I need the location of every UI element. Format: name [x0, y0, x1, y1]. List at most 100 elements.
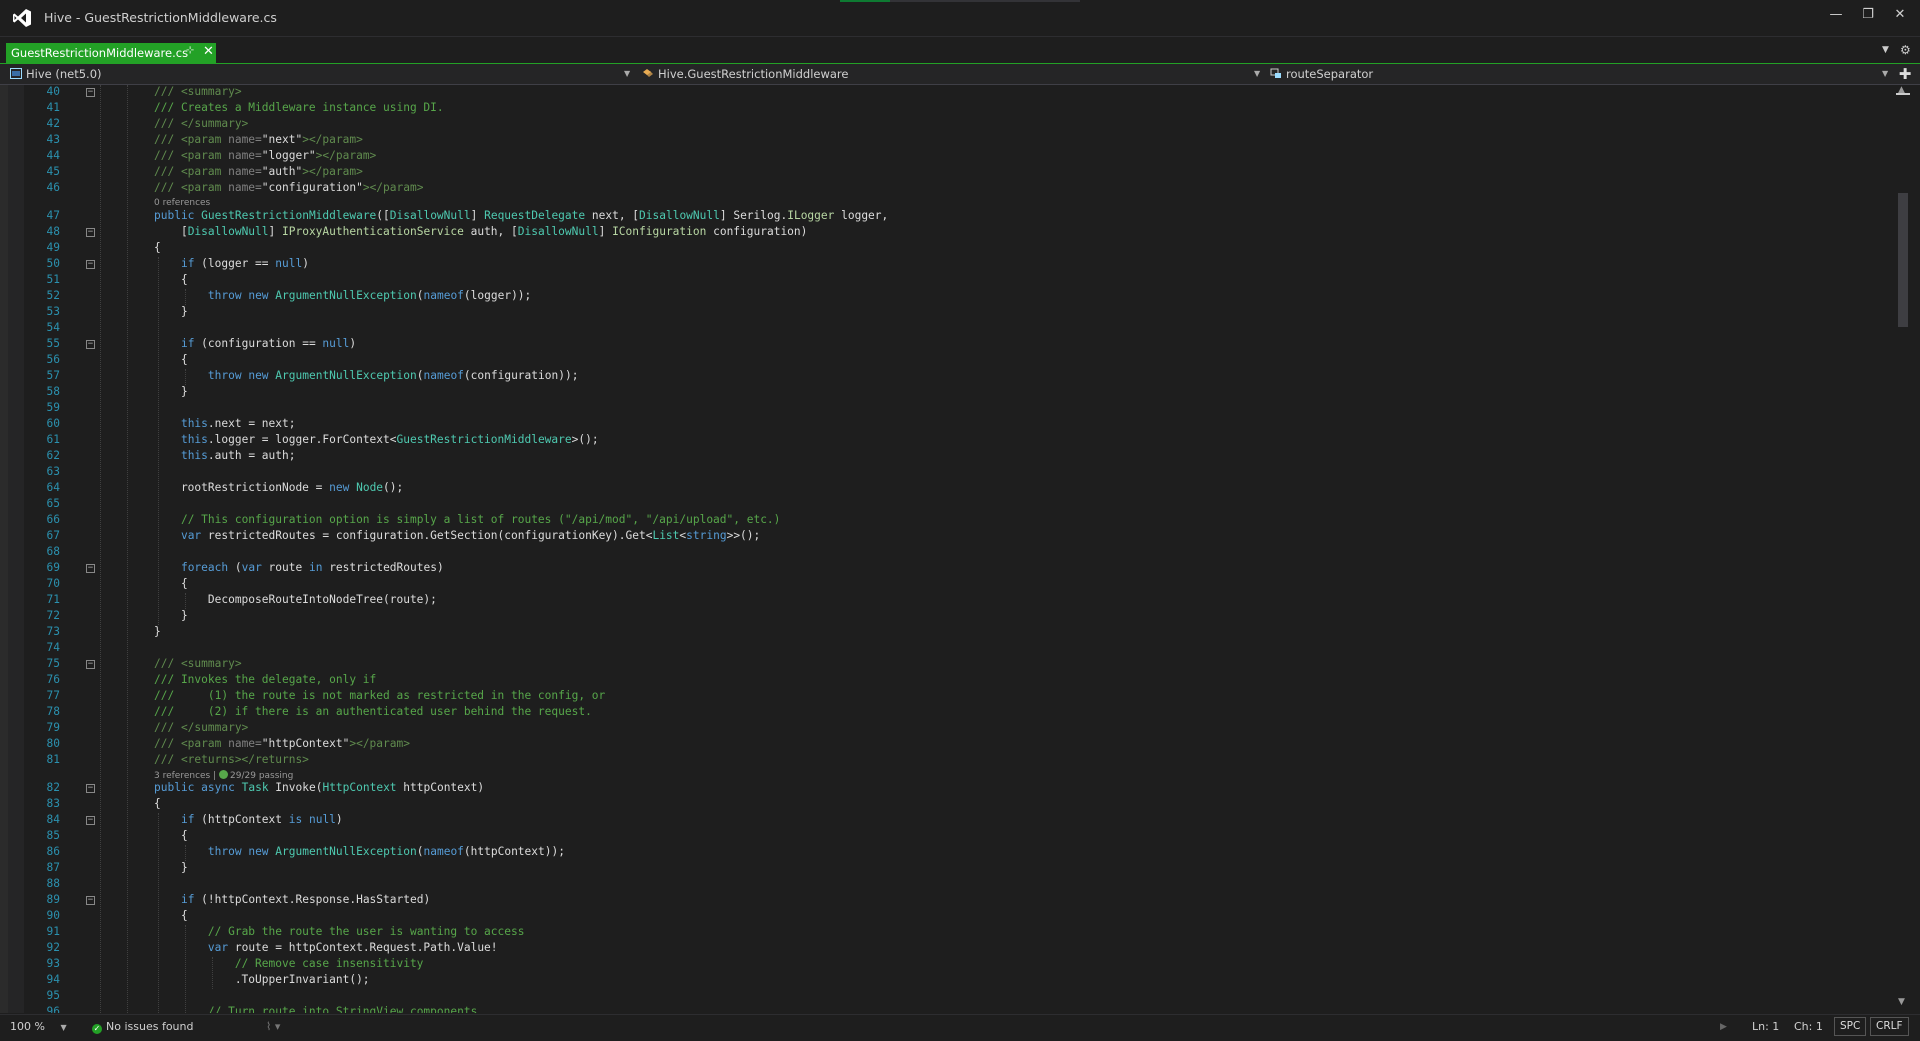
code-text[interactable]: /// <summary>: [154, 85, 242, 98]
code-text[interactable]: [DisallowNull] IProxyAuthenticationServi…: [154, 225, 807, 238]
codelens-tests[interactable]: 29/29 passing: [230, 771, 293, 781]
collapse-icon[interactable]: −: [86, 88, 95, 97]
code-line[interactable]: 71 DecomposeRouteIntoNodeTree(route);: [0, 593, 1894, 609]
code-text[interactable]: DecomposeRouteIntoNodeTree(route);: [154, 593, 437, 606]
code-line[interactable]: 75 /// <summary> −: [0, 657, 1894, 673]
line-ending-indicator[interactable]: CRLF: [1870, 1017, 1909, 1036]
code-line[interactable]: 74: [0, 641, 1894, 657]
code-text[interactable]: {: [154, 909, 188, 922]
code-line[interactable]: 65: [0, 497, 1894, 513]
code-text[interactable]: /// <param name="auth"></param>: [154, 165, 363, 178]
code-line[interactable]: 64 rootRestrictionNode = new Node();: [0, 481, 1894, 497]
collapse-icon[interactable]: −: [86, 340, 95, 349]
code-line[interactable]: 55 if (configuration == null) −: [0, 337, 1894, 353]
code-text[interactable]: /// </summary>: [154, 117, 248, 130]
code-text[interactable]: var route = httpContext.Request.Path.Val…: [154, 941, 498, 954]
code-text[interactable]: /// <returns></returns>: [154, 753, 309, 766]
code-text[interactable]: if (!httpContext.Response.HasStarted): [154, 893, 430, 906]
code-text[interactable]: }: [154, 861, 188, 874]
code-text[interactable]: }: [154, 305, 188, 318]
code-line[interactable]: 58 }: [0, 385, 1894, 401]
code-line[interactable]: 90 {: [0, 909, 1894, 925]
type-dropdown[interactable]: Hive.GuestRestrictionMiddleware ▼: [642, 64, 1262, 84]
code-line[interactable]: 87 }: [0, 861, 1894, 877]
tab-guestrestrictionmiddleware[interactable]: GuestRestrictionMiddleware.cs ⊹ ✕: [6, 43, 216, 63]
collapse-icon[interactable]: −: [86, 564, 95, 573]
code-text[interactable]: throw new ArgumentNullException(nameof(l…: [154, 289, 531, 302]
code-line[interactable]: 46 /// <param name="configuration"></para…: [0, 181, 1894, 197]
code-text[interactable]: rootRestrictionNode = new Node();: [154, 481, 403, 494]
code-line[interactable]: 59: [0, 401, 1894, 417]
code-line[interactable]: 40 /// <summary> −: [0, 85, 1894, 101]
code-line[interactable]: 48 [DisallowNull] IProxyAuthenticationSe…: [0, 225, 1894, 241]
code-text[interactable]: if (configuration == null): [154, 337, 356, 350]
whitespace-indicator[interactable]: SPC: [1834, 1017, 1867, 1036]
code-line[interactable]: 43 /// <param name="next"></param>: [0, 133, 1894, 149]
code-text[interactable]: }: [154, 385, 188, 398]
code-text[interactable]: {: [154, 241, 161, 254]
code-text[interactable]: // Remove case insensitivity: [154, 957, 424, 970]
code-line[interactable]: 41 /// Creates a Middleware instance usin…: [0, 101, 1894, 117]
code-line[interactable]: 61 this.logger = logger.ForContext<Guest…: [0, 433, 1894, 449]
code-line[interactable]: 84 if (httpContext is null) −: [0, 813, 1894, 829]
code-text[interactable]: // Grab the route the user is wanting to…: [154, 925, 525, 938]
code-line[interactable]: 79 /// </summary>: [0, 721, 1894, 737]
code-line[interactable]: 88: [0, 877, 1894, 893]
tab-overflow-chevron-down-icon[interactable]: ▼: [1882, 45, 1889, 55]
code-editor[interactable]: 40 /// <summary> − 41 /// Creates a Middlewa…: [0, 85, 1894, 1013]
code-line[interactable]: 52 throw new ArgumentNullException(nameo…: [0, 289, 1894, 305]
code-text[interactable]: /// <param name="configuration"></param>: [154, 181, 423, 194]
code-line[interactable]: 89 if (!httpContext.Response.HasStarted)…: [0, 893, 1894, 909]
code-text[interactable]: }: [154, 609, 188, 622]
code-line[interactable]: 94 .ToUpperInvariant();: [0, 973, 1894, 989]
line-indicator[interactable]: Ln: 1: [1752, 1020, 1779, 1033]
code-text[interactable]: {: [154, 353, 188, 366]
code-line[interactable]: 70 {: [0, 577, 1894, 593]
code-text[interactable]: this.next = next;: [154, 417, 296, 430]
code-line[interactable]: 82 public async Task Invoke(HttpContext h…: [0, 781, 1894, 797]
code-text[interactable]: }: [154, 625, 161, 638]
code-text[interactable]: var restrictedRoutes = configuration.Get…: [154, 529, 760, 542]
code-line[interactable]: 47 public GuestRestrictionMiddleware([Dis…: [0, 209, 1894, 225]
code-text[interactable]: /// <param name="httpContext"></param>: [154, 737, 410, 750]
code-text[interactable]: /// </summary>: [154, 721, 248, 734]
code-line[interactable]: 78 /// (2) if there is an authenticated u…: [0, 705, 1894, 721]
code-text[interactable]: /// (1) the route is not marked as restr…: [154, 689, 605, 702]
code-text[interactable]: /// Invokes the delegate, only if: [154, 673, 376, 686]
code-line[interactable]: 96 // Turn route into StringView compone…: [0, 1005, 1894, 1013]
collapse-icon[interactable]: −: [86, 660, 95, 669]
code-line[interactable]: 92 var route = httpContext.Request.Path.…: [0, 941, 1894, 957]
code-line[interactable]: 45 /// <param name="auth"></param>: [0, 165, 1894, 181]
code-text[interactable]: public GuestRestrictionMiddleware([Disal…: [154, 209, 888, 222]
code-text[interactable]: throw new ArgumentNullException(nameof(c…: [154, 369, 579, 382]
collapse-icon[interactable]: −: [86, 228, 95, 237]
code-text[interactable]: public async Task Invoke(HttpContext htt…: [154, 781, 484, 794]
collapse-icon[interactable]: −: [86, 816, 95, 825]
code-text[interactable]: {: [154, 829, 188, 842]
code-line[interactable]: 91 // Grab the route the user is wanting…: [0, 925, 1894, 941]
codelens-references[interactable]: 3 references |: [154, 771, 219, 781]
restore-button[interactable]: ❐: [1854, 4, 1882, 26]
code-cleanup-brush-icon[interactable]: ⌇ ▾: [266, 1020, 280, 1033]
code-line[interactable]: 69 foreach (var route in restrictedRoute…: [0, 561, 1894, 577]
code-line[interactable]: 63: [0, 465, 1894, 481]
code-text[interactable]: if (logger == null): [154, 257, 309, 270]
visual-studio-logo-icon[interactable]: [12, 8, 32, 28]
collapse-icon[interactable]: −: [86, 260, 95, 269]
code-text[interactable]: if (httpContext is null): [154, 813, 343, 826]
code-text[interactable]: /// Creates a Middleware instance using …: [154, 101, 444, 114]
code-text[interactable]: /// <summary>: [154, 657, 242, 670]
close-window-button[interactable]: ✕: [1886, 4, 1914, 26]
scroll-right-icon[interactable]: ▶: [1720, 1022, 1727, 1032]
code-text[interactable]: {: [154, 797, 161, 810]
code-text[interactable]: // Turn route into StringView components: [154, 1005, 477, 1013]
zoom-level-dropdown[interactable]: 100 % ▼: [10, 1020, 67, 1033]
code-text[interactable]: /// (2) if there is an authenticated use…: [154, 705, 592, 718]
code-line[interactable]: 67 var restrictedRoutes = configuration.…: [0, 529, 1894, 545]
code-line[interactable]: 54: [0, 321, 1894, 337]
code-line[interactable]: 81 /// <returns></returns>: [0, 753, 1894, 769]
scrollbar-thumb[interactable]: [1898, 193, 1908, 327]
code-text[interactable]: this.auth = auth;: [154, 449, 296, 462]
pin-icon[interactable]: ⊹: [186, 45, 194, 56]
vertical-scrollbar[interactable]: ▲ ▼: [1894, 85, 1912, 1013]
